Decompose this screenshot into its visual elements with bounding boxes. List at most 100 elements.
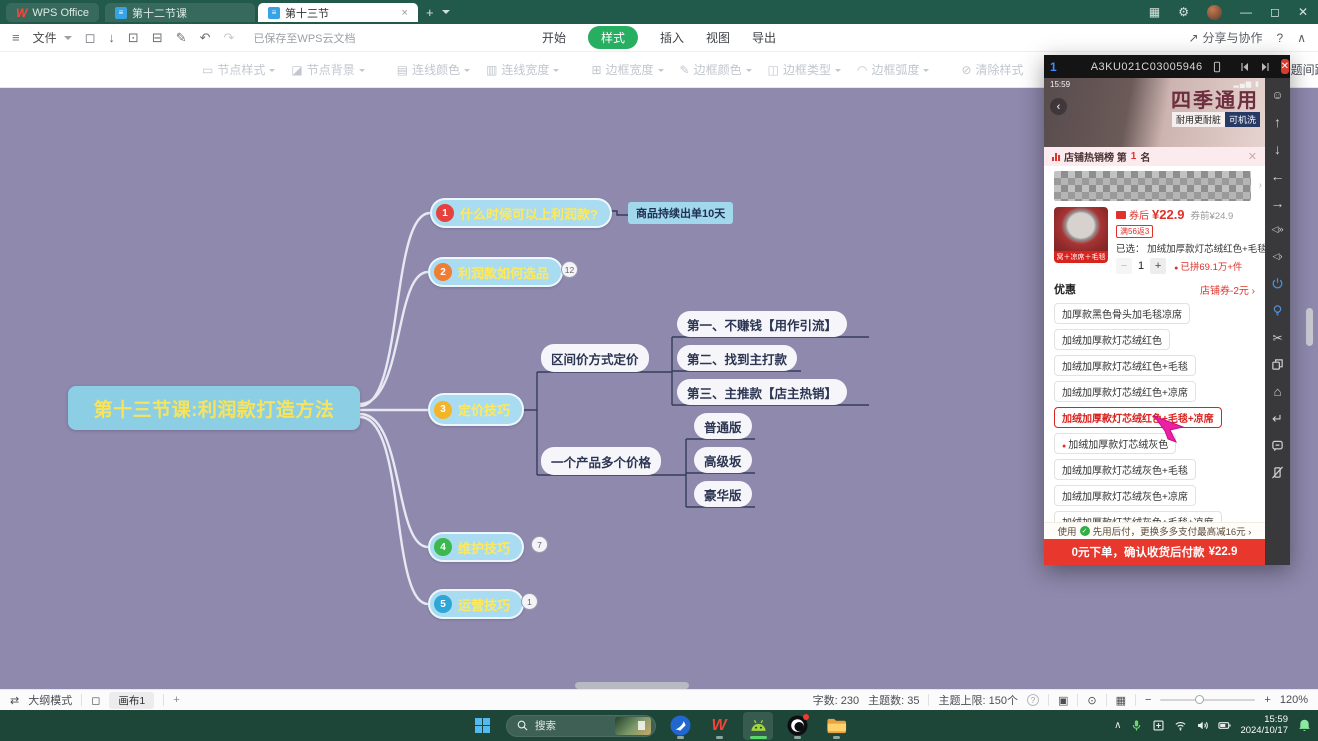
branch-3[interactable]: 3 定价技巧 (428, 393, 524, 426)
collapse-ribbon-icon[interactable]: ∧ (1297, 31, 1306, 45)
branch-4[interactable]: 4 维护技巧 (428, 532, 524, 562)
speaker-icon[interactable] (1196, 719, 1209, 732)
zoom-out-button[interactable]: − (1145, 694, 1151, 706)
back-chevron-icon[interactable]: ‹ (1050, 98, 1067, 115)
ribbon-clear-style[interactable]: ⊘清除样式 (961, 61, 1023, 78)
open-icon[interactable]: ◻ (85, 30, 96, 46)
pricing-g1-child-2[interactable]: 第二、找到主打款 (677, 345, 797, 371)
pricing-g1-child-3[interactable]: 第三、主推款【店主热销】 (677, 379, 847, 405)
sku-option[interactable]: 加绒加厚款灯芯绒灰色+凉席 (1054, 485, 1196, 506)
product-thumbnail[interactable]: 窝＋凉席＋毛毯 (1054, 207, 1108, 274)
tab-doc-2-active[interactable]: ≡ 第十三节 × (258, 3, 418, 22)
chevron-right-icon[interactable]: › (1259, 180, 1262, 191)
root-topic[interactable]: 第十三节课:利润款打造方法 (68, 386, 360, 430)
vertical-scrollbar[interactable] (1306, 308, 1313, 346)
branch-4-collapsed-badge[interactable]: 7 (531, 536, 548, 553)
app-video-blue[interactable] (665, 712, 695, 740)
menu-export[interactable]: 导出 (752, 29, 776, 46)
file-menu[interactable]: 文件 (33, 29, 57, 46)
new-tab-button[interactable]: + (426, 5, 434, 20)
shop-rank-banner[interactable]: 店铺热销榜 第 1 名 ✕ (1044, 147, 1265, 166)
branch-2-collapsed-badge[interactable]: 12 (561, 261, 578, 278)
message-icon[interactable] (1271, 439, 1284, 452)
sku-option[interactable]: 加绒加厚款灯芯绒灰色+毛毯 (1054, 459, 1196, 480)
ribbon-border-radius[interactable]: ◠边框弧度 (857, 61, 930, 78)
sku-option[interactable]: 加绒加厚款灯芯绒红色+凉席 (1054, 381, 1196, 402)
sku-option[interactable]: 加绒加厚款灯芯绒红色+毛毯 (1054, 355, 1196, 376)
outline-mode-button[interactable]: 大纲模式 (28, 692, 72, 708)
ribbon-node-background[interactable]: ◪节点背景 (291, 61, 364, 78)
close-phone-window-button[interactable]: ✕ (1281, 59, 1289, 74)
branch-1[interactable]: 1 什么时候可以上利润款? (430, 198, 612, 228)
volume-up-icon[interactable]: ◁» (1272, 223, 1284, 236)
screenshot-icon[interactable]: ✂ (1272, 331, 1282, 344)
shop-coupon-link[interactable]: 店铺券-2元 › (1200, 282, 1255, 297)
arrow-up-icon[interactable]: ↑ (1274, 115, 1281, 128)
pricing-group-2[interactable]: 一个产品多个价格 (541, 447, 661, 475)
help-button[interactable]: ? (1277, 31, 1284, 45)
home-icon[interactable]: ⌂ (1274, 385, 1282, 398)
rotation-lock-icon[interactable] (1271, 466, 1284, 479)
print-icon[interactable]: ⊟ (152, 30, 163, 46)
arrow-down-icon[interactable]: ↓ (1274, 142, 1281, 155)
tray-chevron-icon[interactable]: ∧ (1114, 720, 1121, 731)
tab-wps-home[interactable]: W WPS Office (6, 3, 99, 22)
branch-1-child[interactable]: 商品持续出单10天 (628, 202, 733, 224)
app-wps[interactable]: W (704, 712, 734, 740)
quantity-minus-button[interactable]: − (1116, 258, 1132, 274)
buy-button[interactable]: 0元下单，确认收货后付款 ¥22.9 (1044, 539, 1265, 565)
power-icon[interactable] (1271, 277, 1284, 290)
sku-option-selected[interactable]: 加绒加厚款灯芯绒红色+毛毯+凉席 (1054, 407, 1222, 428)
add-canvas-button[interactable]: + (173, 694, 179, 706)
undo-icon[interactable]: ↶ (200, 30, 211, 46)
ribbon-line-width[interactable]: ▥连线宽度 (486, 61, 559, 78)
pay-later-row[interactable]: 使用 ✓ 先用后付，更换多多支付最高减16元 › (1044, 522, 1265, 539)
notification-bell-icon[interactable] (1297, 718, 1312, 733)
wifi-icon[interactable] (1174, 719, 1187, 732)
locate-center-icon[interactable]: ⊙ (1087, 694, 1096, 707)
arrow-right-icon[interactable]: → (1271, 196, 1285, 209)
ribbon-border-type[interactable]: ◫边框类型 (768, 61, 841, 78)
pricing-g2-child-3[interactable]: 豪华版 (694, 481, 752, 507)
horizontal-scrollbar[interactable] (575, 682, 689, 689)
tab-doc-1[interactable]: ≡ 第十二节课 (105, 3, 255, 22)
quantity-plus-button[interactable]: + (1150, 258, 1166, 274)
minimize-button[interactable]: — (1240, 5, 1252, 19)
minimap-icon[interactable]: ▦ (1116, 694, 1126, 707)
multi-window-icon[interactable] (1271, 358, 1284, 371)
branch-5[interactable]: 5 运营技巧 (428, 589, 524, 619)
battery-icon[interactable] (1218, 719, 1231, 732)
redo-icon[interactable]: ↷ (224, 30, 235, 46)
tab-list-chevron-icon[interactable] (442, 10, 450, 18)
zoom-in-button[interactable]: + (1264, 694, 1270, 706)
save-icon[interactable]: ↓ (108, 30, 115, 45)
settings-icon[interactable]: ⚙ (1178, 5, 1189, 19)
ribbon-node-style[interactable]: ▭节点样式 (202, 61, 275, 78)
close-tab-icon[interactable]: × (402, 7, 408, 19)
microphone-icon[interactable] (1130, 719, 1143, 732)
close-button[interactable]: ✕ (1298, 5, 1308, 19)
help-circle-icon[interactable]: ? (1027, 694, 1039, 706)
pricing-g2-child-1[interactable]: 普通版 (694, 413, 752, 439)
avatar[interactable] (1207, 5, 1222, 20)
format-pen-icon[interactable]: ✎ (176, 30, 187, 46)
menu-start[interactable]: 开始 (542, 29, 566, 46)
canvas-tab[interactable]: 画布1 (109, 692, 154, 709)
branch-2[interactable]: 2 利润款如何选品 (428, 257, 563, 287)
next-device-icon[interactable] (1259, 61, 1271, 73)
pricing-g1-child-1[interactable]: 第一、不赚钱【用作引流】 (677, 311, 847, 337)
zoom-level[interactable]: 120% (1280, 694, 1308, 706)
back-icon[interactable]: ↵ (1272, 412, 1283, 425)
taskbar-clock[interactable]: 15:59 2024/10/17 (1240, 715, 1288, 737)
app-obs[interactable] (782, 712, 812, 740)
rank-close-icon[interactable]: ✕ (1248, 150, 1257, 163)
hamburger-icon[interactable]: ≡ (12, 30, 20, 45)
workspace-icon[interactable]: ▦ (1149, 5, 1160, 19)
canvas-box-icon[interactable]: ◻ (91, 694, 100, 707)
app-android-mirror-active[interactable] (743, 712, 773, 740)
pricing-group-1[interactable]: 区间价方式定价 (541, 344, 649, 372)
cast-icon[interactable] (1152, 719, 1165, 732)
zoom-slider-knob[interactable] (1195, 695, 1204, 704)
prev-device-icon[interactable] (1239, 61, 1251, 73)
select-tool-icon[interactable]: ▣ (1058, 694, 1068, 707)
